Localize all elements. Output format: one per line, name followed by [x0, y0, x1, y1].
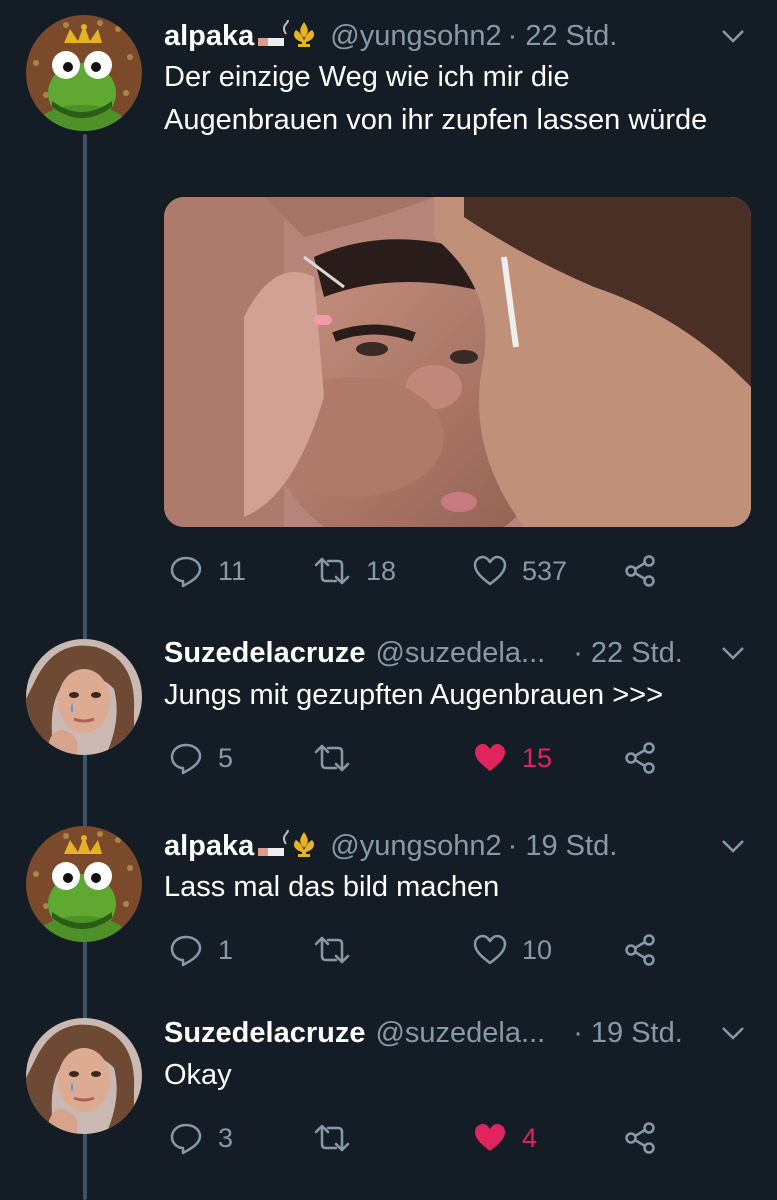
tweet-text: Lass mal das bild machen	[164, 871, 500, 903]
retweet-button[interactable]	[312, 930, 352, 970]
chevron-down-icon[interactable]	[719, 22, 747, 50]
avatar-alpaka[interactable]	[26, 826, 142, 942]
author-name[interactable]: Suzedelacruze	[164, 637, 365, 670]
author-handle[interactable]: @suzedela...	[375, 1017, 545, 1050]
heart-icon	[473, 555, 507, 586]
reply-count: 1	[218, 934, 234, 965]
reply-button[interactable]: 5	[168, 738, 233, 778]
photo-image	[164, 197, 751, 527]
author-name[interactable]: alpaka	[164, 20, 254, 53]
avatar-suzedelacruze[interactable]	[26, 639, 142, 755]
cigarette-fleur-de-lis-icon	[256, 830, 320, 862]
tweet-header: Suzedelacruze @suzedela... · 19 Std.	[164, 1011, 747, 1055]
retweet-arrows-icon	[314, 936, 350, 964]
speech-bubble-icon	[170, 556, 202, 588]
share-button[interactable]	[622, 1118, 658, 1158]
share-button[interactable]	[622, 930, 658, 970]
tweet-text: Der einzige Weg wie ich mir die Augenbra…	[164, 61, 708, 136]
author-name[interactable]: alpaka	[164, 830, 254, 863]
tweet-text: Jungs mit gezupften Augenbrauen >>>	[164, 679, 664, 711]
reply-count: 11	[218, 555, 247, 586]
timestamp[interactable]: · 22 Std.	[573, 637, 683, 670]
avatar-alpaka[interactable]	[26, 15, 142, 131]
like-button[interactable]: 15	[472, 738, 552, 778]
tweet-actions: 3 4	[164, 1118, 684, 1158]
share-button[interactable]	[622, 551, 658, 591]
author-handle[interactable]: @yungsohn2	[330, 830, 501, 863]
author-handle[interactable]: @suzedela...	[375, 637, 545, 670]
tweet-actions: 11 18 537	[164, 551, 684, 591]
timestamp[interactable]: · 19 Std.	[573, 1017, 683, 1050]
tweet-header: Suzedelacruze @suzedela... · 22 Std.	[164, 631, 747, 675]
cigarette-fleur-de-lis-icon	[256, 20, 320, 52]
kermit-crown-avatar-icon	[26, 826, 142, 942]
speech-bubble-icon	[170, 1123, 202, 1155]
share-button[interactable]	[622, 738, 658, 778]
timestamp[interactable]: · 19 Std.	[508, 830, 618, 863]
tweet-actions: 1 10	[164, 930, 684, 970]
reply-button[interactable]: 3	[168, 1118, 233, 1158]
timestamp[interactable]: · 22 Std.	[508, 20, 618, 53]
share-nodes-icon	[625, 1122, 655, 1154]
retweet-arrows-icon	[314, 744, 350, 772]
retweet-arrows-icon	[314, 557, 350, 585]
reply-button[interactable]: 11	[168, 551, 246, 591]
reply-count: 3	[218, 1122, 234, 1153]
tweet-text: Okay	[164, 1059, 232, 1091]
kermit-crown-avatar-icon	[26, 15, 142, 131]
like-button[interactable]: 537	[472, 551, 567, 591]
retweet-button[interactable]	[312, 738, 352, 778]
like-button[interactable]: 10	[472, 930, 552, 970]
heart-filled-icon	[475, 1124, 505, 1151]
chevron-down-icon[interactable]	[719, 639, 747, 667]
speech-bubble-icon	[170, 935, 202, 967]
author-handle[interactable]: @yungsohn2	[330, 20, 501, 53]
tweet-actions: 5 15	[164, 738, 684, 778]
tweet-header: alpaka @yungsohn2 · 22 Std.	[164, 14, 747, 58]
girl-teardrop-avatar-icon	[26, 639, 142, 755]
chevron-down-icon[interactable]	[719, 1019, 747, 1047]
like-count: 15	[522, 742, 553, 773]
author-name[interactable]: Suzedelacruze	[164, 1017, 365, 1050]
girl-teardrop-avatar-icon	[26, 1018, 142, 1134]
retweet-button[interactable]: 18	[312, 551, 396, 591]
share-nodes-icon	[625, 742, 655, 774]
tweet-photo[interactable]	[164, 197, 751, 527]
share-nodes-icon	[625, 555, 655, 587]
share-nodes-icon	[625, 934, 655, 966]
retweet-count: 18	[366, 555, 397, 586]
like-count: 537	[522, 555, 568, 586]
like-count: 4	[522, 1122, 538, 1153]
like-count: 10	[522, 934, 553, 965]
retweet-button[interactable]	[312, 1118, 352, 1158]
retweet-arrows-icon	[314, 1124, 350, 1152]
tweet-header: alpaka @yungsohn2 · 19 Std.	[164, 824, 747, 868]
reply-button[interactable]: 1	[168, 930, 233, 970]
avatar-suzedelacruze[interactable]	[26, 1018, 142, 1134]
speech-bubble-icon	[170, 743, 202, 775]
heart-icon	[473, 934, 507, 965]
heart-filled-icon	[475, 744, 505, 771]
reply-count: 5	[218, 742, 234, 773]
chevron-down-icon[interactable]	[719, 832, 747, 860]
like-button[interactable]: 4	[472, 1118, 537, 1158]
